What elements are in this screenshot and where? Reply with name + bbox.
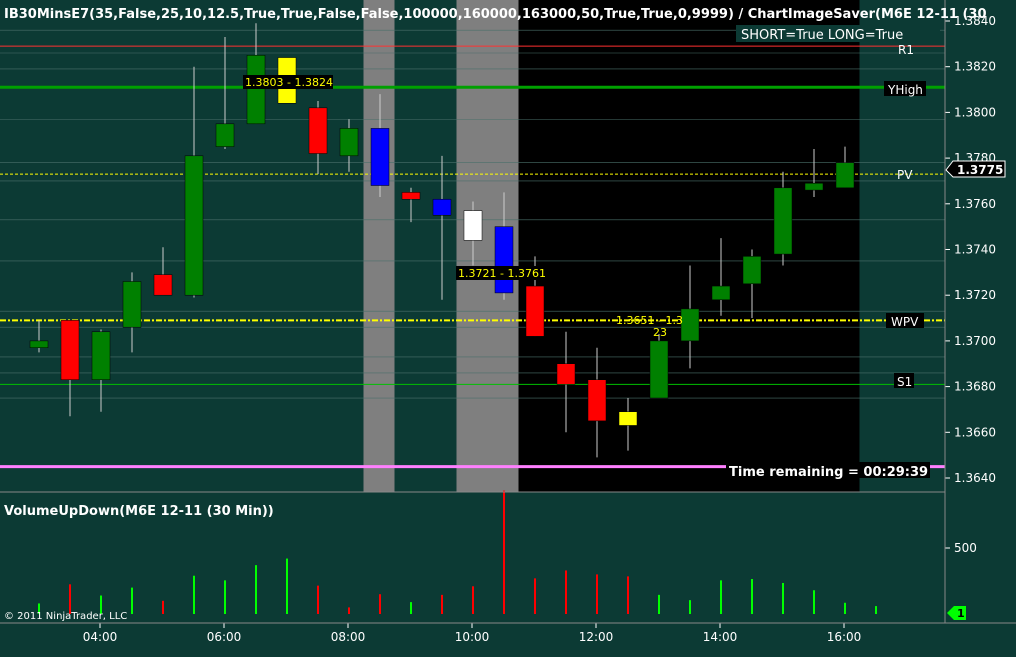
candle-body bbox=[773, 187, 793, 255]
session-shade-0 bbox=[363, 0, 395, 492]
svg-text:YHigh: YHigh bbox=[887, 83, 923, 97]
candle-body bbox=[215, 123, 235, 147]
candle-body bbox=[29, 340, 49, 349]
current-price: 1.3775 bbox=[957, 163, 1003, 177]
price-chart[interactable]: 1.38401.38201.38001.37801.37601.37401.37… bbox=[0, 0, 1016, 657]
candle-body bbox=[804, 182, 824, 191]
candle-body bbox=[835, 162, 855, 189]
svg-text:1.3803 - 1.3824: 1.3803 - 1.3824 bbox=[245, 76, 333, 89]
candle-body bbox=[742, 256, 762, 285]
time-tick-label: 08:00 bbox=[331, 630, 366, 644]
copyright: © 2011 NinjaTrader, LLC bbox=[4, 611, 127, 622]
indicator-badge-value: 1 bbox=[957, 607, 965, 620]
price-tick-label: 1.3700 bbox=[954, 334, 996, 348]
candle-body bbox=[680, 308, 700, 342]
volume-title: VolumeUpDown(M6E 12-11 (30 Min)) bbox=[4, 504, 274, 519]
level-label-r1: R1 bbox=[898, 43, 914, 57]
svg-text:PV: PV bbox=[897, 168, 913, 182]
level-label-s1: S1 bbox=[894, 373, 914, 389]
chart-title: IB30MinsE7(35,False,25,10,12.5,True,True… bbox=[4, 7, 987, 22]
candle-body bbox=[587, 379, 607, 422]
candle-body bbox=[91, 331, 111, 380]
candle-body bbox=[432, 198, 452, 216]
svg-text:R1: R1 bbox=[898, 43, 914, 57]
candle-body bbox=[711, 285, 731, 301]
time-tick-label: 10:00 bbox=[455, 630, 490, 644]
time-tick-label: 12:00 bbox=[579, 630, 614, 644]
candle-body bbox=[339, 128, 359, 157]
price-tick-label: 1.3720 bbox=[954, 288, 996, 302]
svg-text:23: 23 bbox=[653, 326, 667, 339]
svg-text:1.3721 - 1.3761: 1.3721 - 1.3761 bbox=[458, 267, 546, 280]
price-tick-label: 1.3800 bbox=[954, 105, 996, 119]
annotation-1: 1.3803 - 1.3824 bbox=[243, 75, 333, 89]
time-tick-label: 04:00 bbox=[83, 630, 118, 644]
price-tick-label: 1.3760 bbox=[954, 197, 996, 211]
candle-body bbox=[153, 274, 173, 296]
svg-text:WPV: WPV bbox=[891, 315, 919, 329]
strategy-status: SHORT=True LONG=True bbox=[741, 28, 903, 43]
candle-body bbox=[463, 210, 483, 241]
candle-body bbox=[184, 155, 204, 296]
candle-body bbox=[618, 411, 638, 426]
candle-body bbox=[246, 55, 266, 125]
candle-body bbox=[122, 281, 142, 328]
time-tick-label: 06:00 bbox=[207, 630, 242, 644]
time-tick-label: 14:00 bbox=[703, 630, 738, 644]
candle-20 bbox=[649, 334, 669, 399]
level-label-wpv: WPV bbox=[886, 313, 924, 329]
svg-text:S1: S1 bbox=[897, 375, 912, 389]
candle-body bbox=[401, 192, 421, 200]
time-remaining: Time remaining = 00:29:39 bbox=[729, 465, 928, 480]
candle-body bbox=[370, 128, 390, 186]
volume-axis-label: 500 bbox=[954, 541, 977, 555]
candle-body bbox=[525, 285, 545, 337]
candle-body bbox=[308, 107, 328, 154]
price-tick-label: 1.3660 bbox=[954, 425, 996, 439]
price-tick-label: 1.3640 bbox=[954, 471, 996, 485]
price-tick-label: 1.3680 bbox=[954, 380, 996, 394]
time-tick-label: 16:00 bbox=[827, 630, 862, 644]
current-session-shade bbox=[518, 0, 860, 492]
candle-body bbox=[494, 226, 514, 294]
candle-body bbox=[60, 320, 80, 380]
candle-body bbox=[649, 340, 669, 399]
candle-body bbox=[556, 363, 576, 385]
price-tick-label: 1.3820 bbox=[954, 60, 996, 74]
price-tick-label: 1.3740 bbox=[954, 243, 996, 257]
level-label-yhigh: YHigh bbox=[884, 81, 926, 97]
svg-text:1.3651 - 1.3: 1.3651 - 1.3 bbox=[616, 314, 683, 327]
annotation-2: 1.3721 - 1.3761 bbox=[456, 266, 546, 280]
annotation-3: 1.3651 - 1.3 bbox=[616, 314, 683, 327]
level-label-pv: PV bbox=[897, 168, 913, 182]
annotation-4: 23 bbox=[653, 326, 667, 339]
